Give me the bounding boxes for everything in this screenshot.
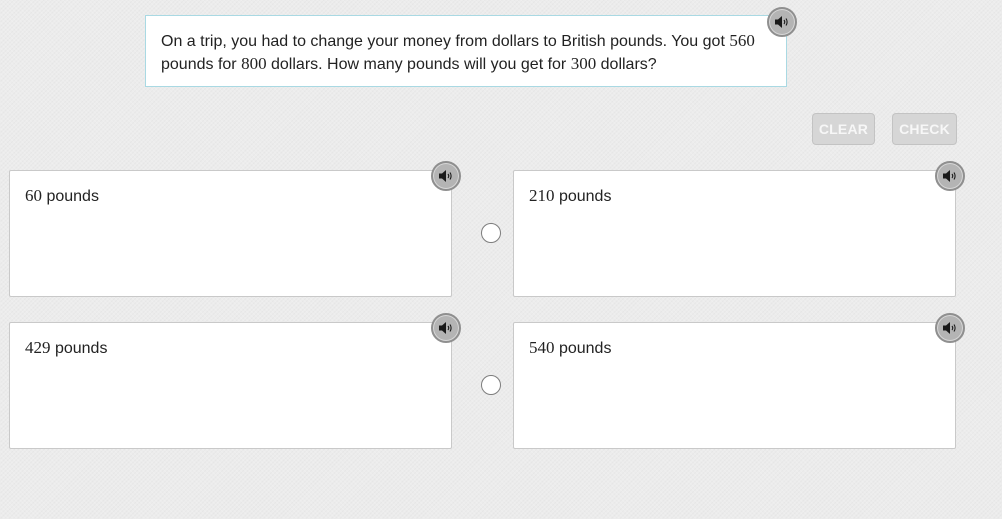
question-number: 300 <box>570 54 597 73</box>
speaker-icon <box>943 322 956 334</box>
question-audio-button[interactable] <box>767 7 797 37</box>
answer-unit: pounds <box>554 188 612 205</box>
answer-option-2[interactable]: 210 pounds <box>513 170 956 297</box>
answer-value: 540 <box>529 338 555 357</box>
question-number: 560 <box>729 31 755 50</box>
answer-4-audio-button[interactable] <box>935 313 965 343</box>
answer-unit: pounds <box>554 340 612 357</box>
answer-option-1[interactable]: 60 pounds <box>9 170 452 297</box>
answer-option-3[interactable]: 429 pounds <box>9 322 452 449</box>
answer-2-audio-button[interactable] <box>935 161 965 191</box>
answer-unit: pounds <box>42 188 99 205</box>
answer-radio-row-1[interactable] <box>481 223 501 243</box>
answer-option-4[interactable]: 540 pounds <box>513 322 956 449</box>
question-text-part: On a trip, you had to change your money … <box>161 33 730 50</box>
answer-radio-row-2[interactable] <box>481 375 501 395</box>
answer-1-audio-button[interactable] <box>431 161 461 191</box>
answer-value: 60 <box>25 186 42 205</box>
speaker-icon <box>439 322 452 334</box>
answer-value: 429 <box>25 338 51 357</box>
answer-3-audio-button[interactable] <box>431 313 461 343</box>
speaker-icon <box>439 170 452 182</box>
answer-unit: pounds <box>50 340 108 357</box>
clear-button[interactable]: CLEAR <box>812 113 875 145</box>
question-text-part: dollars? <box>596 56 657 73</box>
question-prompt: On a trip, you had to change your money … <box>145 15 787 87</box>
speaker-icon <box>943 170 956 182</box>
answer-value: 210 <box>529 186 555 205</box>
speaker-icon <box>775 16 788 28</box>
question-text-part: pounds for <box>161 56 242 73</box>
question-number: 800 <box>241 54 267 73</box>
question-text-part: dollars. How many pounds will you get fo… <box>266 56 571 73</box>
check-button[interactable]: CHECK <box>892 113 957 145</box>
